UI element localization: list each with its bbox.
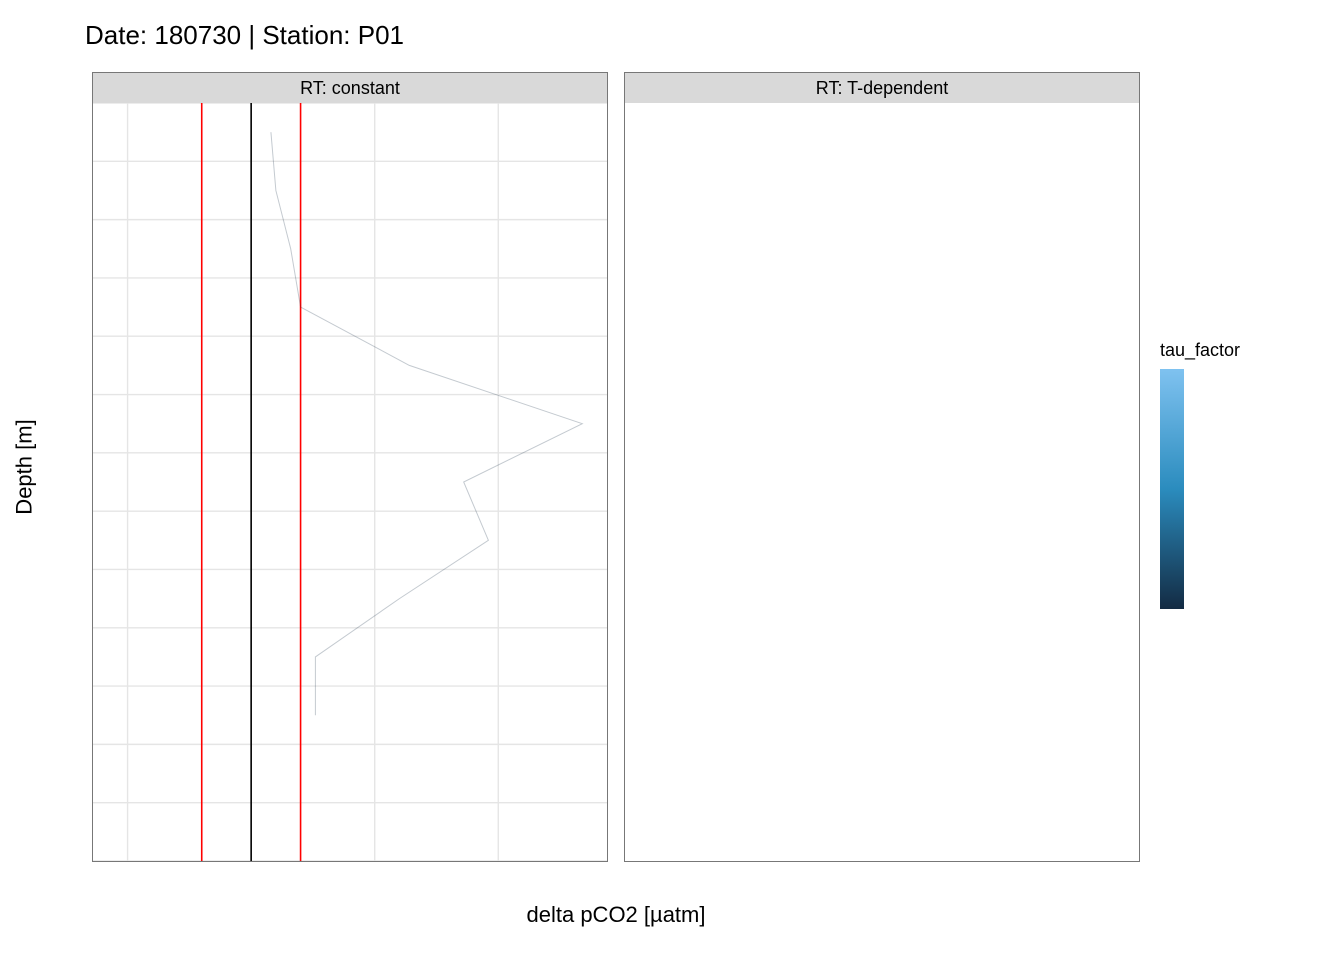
facet-tdependent: RT: T-dependent (624, 72, 1140, 862)
color-legend: tau_factor (1160, 340, 1320, 609)
facet-constant: RT: constant (92, 72, 608, 862)
facet-strip: RT: T-dependent (625, 73, 1139, 104)
x-axis-title: delta pCO2 [µatm] (92, 902, 1140, 928)
facet-strip: RT: constant (93, 73, 607, 104)
x-axis-ticks (92, 866, 608, 896)
x-axis-ticks (624, 866, 1140, 896)
facet-panel (625, 103, 1139, 861)
legend-colorbar (1160, 369, 1184, 609)
page-title: Date: 180730 | Station: P01 (85, 20, 404, 51)
facet-panel (93, 103, 607, 861)
y-axis-ticks (50, 102, 88, 862)
legend-title: tau_factor (1160, 340, 1320, 361)
plot-area: RT: constant RT: T-dependent (92, 72, 1140, 862)
legend-ticks (1190, 369, 1240, 609)
chart-root: Date: 180730 | Station: P01 Depth [m] RT… (0, 0, 1344, 960)
y-axis-title: Depth [m] (10, 72, 40, 862)
